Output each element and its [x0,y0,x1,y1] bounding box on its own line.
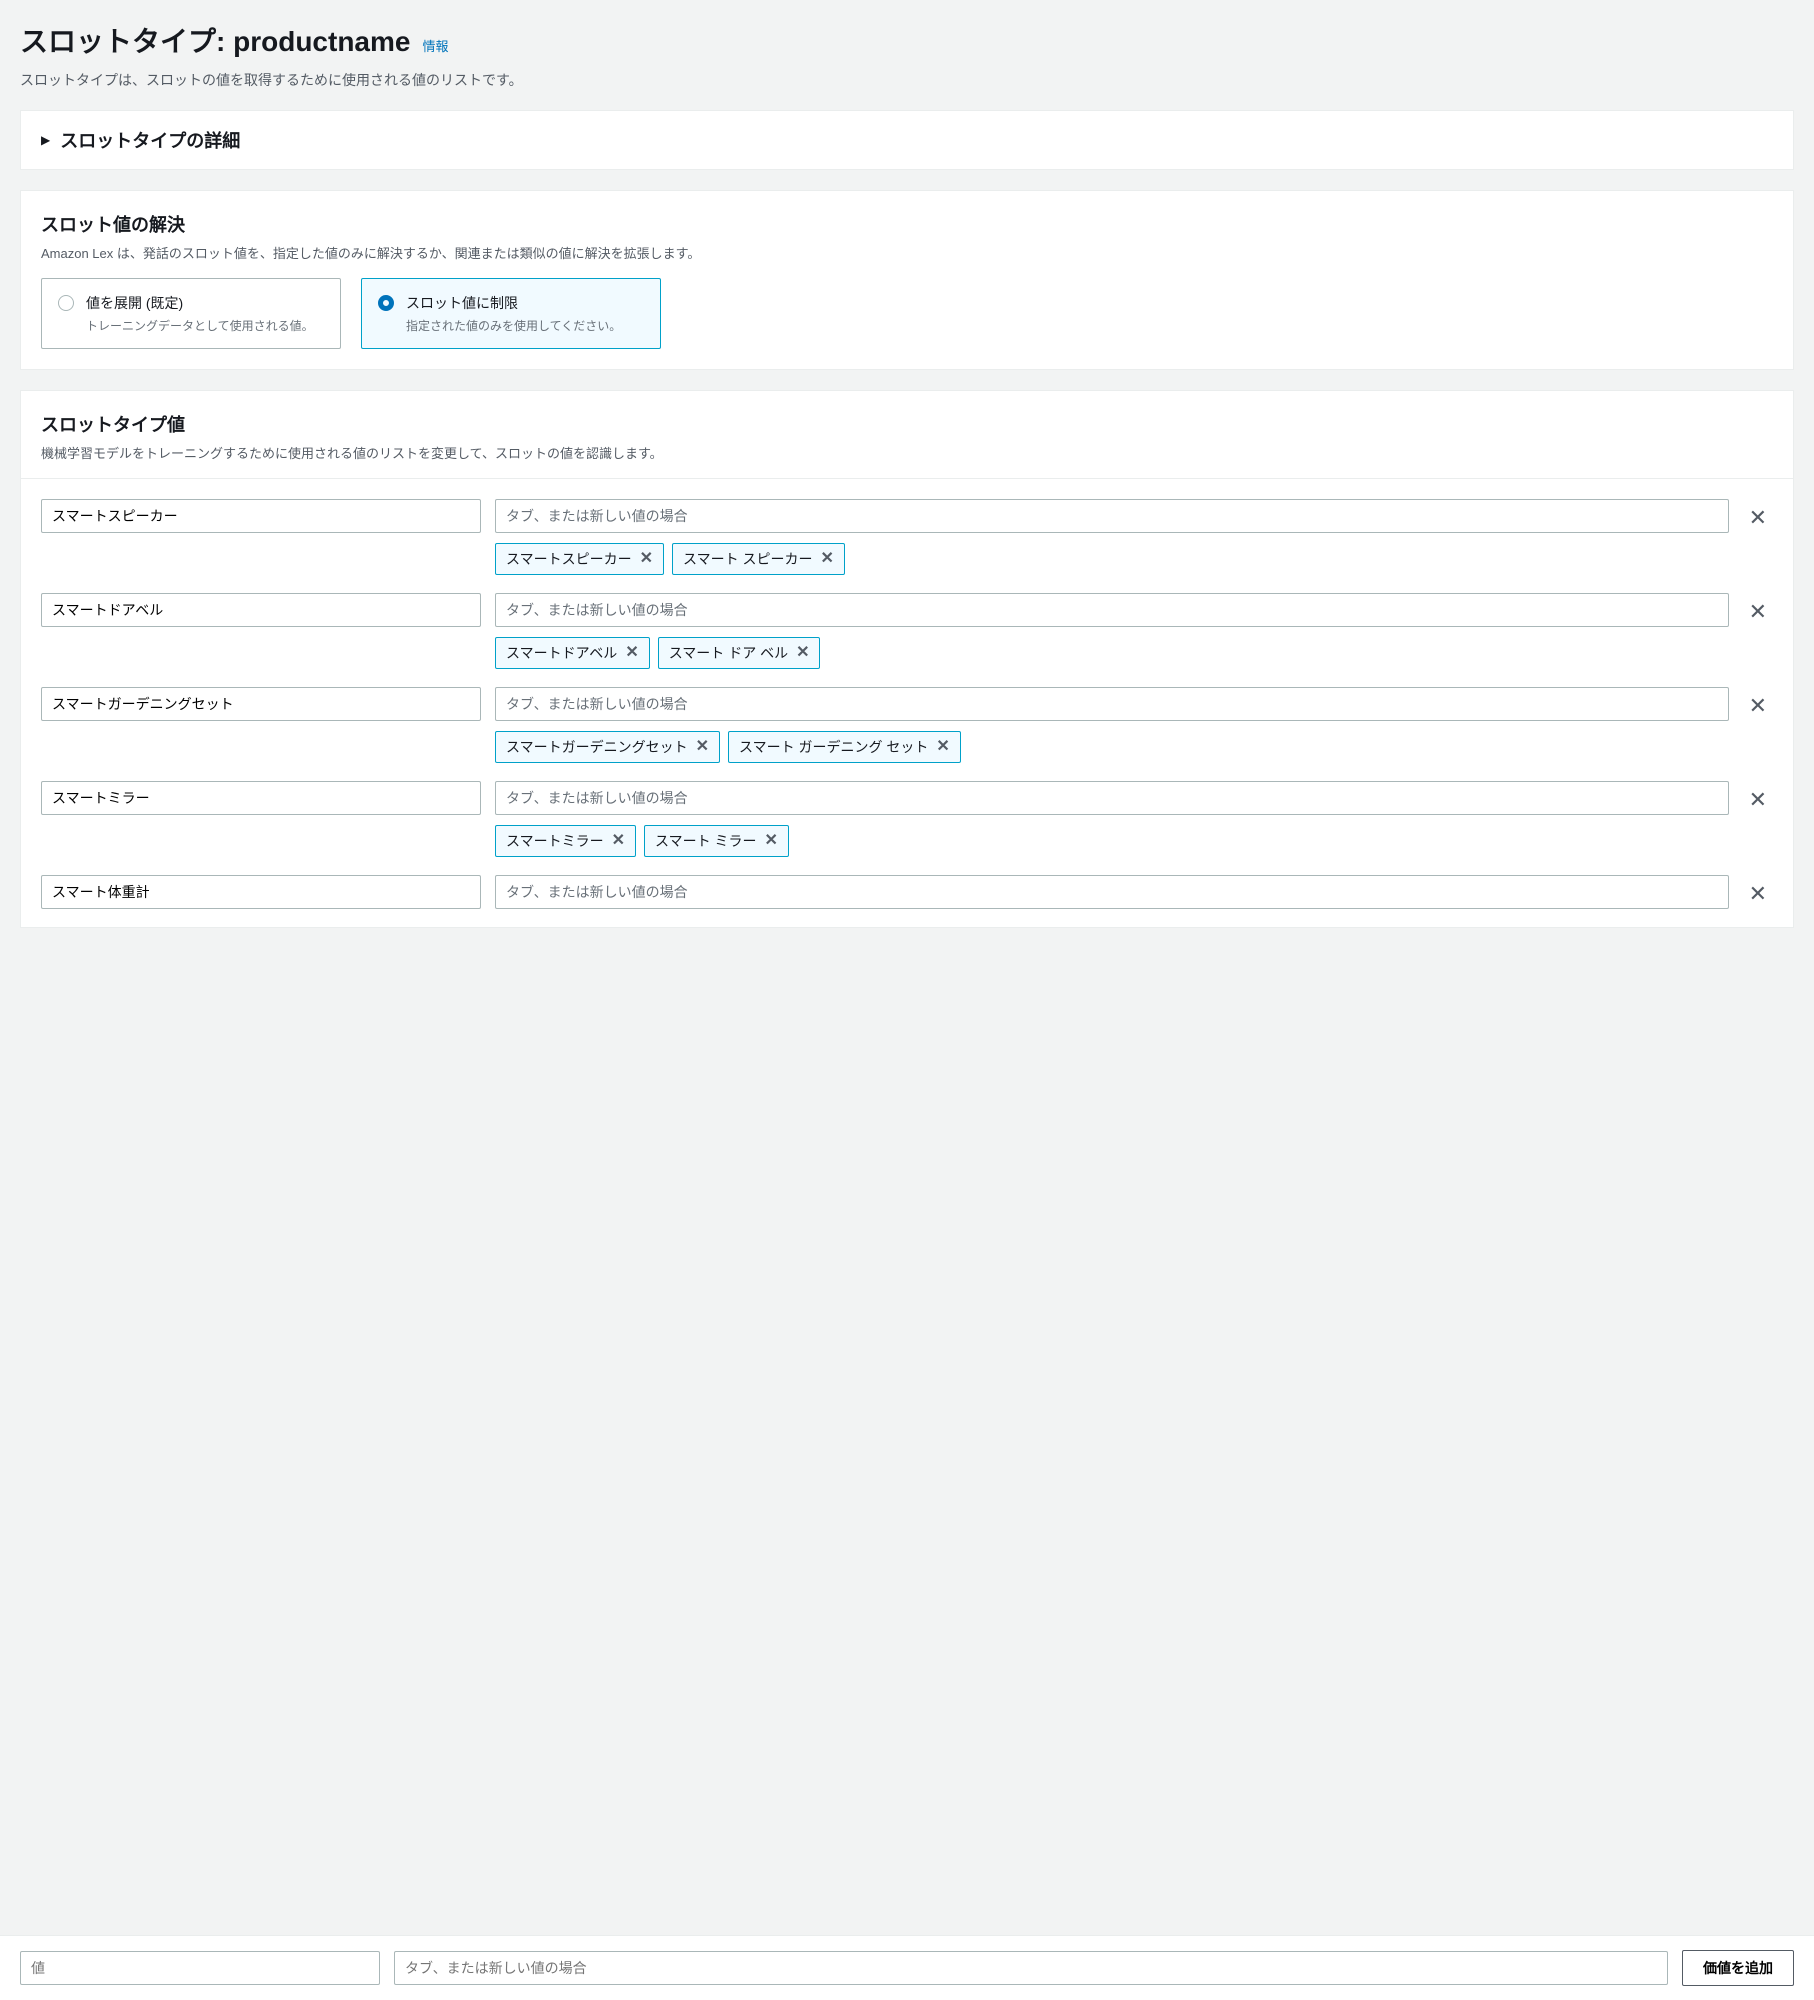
synonym-tag: スマート ドア ベル ✕ [658,637,821,669]
close-icon[interactable]: ✕ [696,739,709,755]
value-row: スマートスピーカー ✕ スマート スピーカー ✕ ✕ [41,499,1773,575]
synonym-tag-label: スマートミラー [506,831,604,851]
synonym-tag-label: スマート ガーデニング セット [739,737,928,757]
synonym-tag-label: スマートガーデニングセット [506,737,688,757]
values-panel: スロットタイプ値 機械学習モデルをトレーニングするために使用される値のリストを変… [20,390,1794,928]
synonym-tag: スマートドアベル ✕ [495,637,650,669]
delete-row-icon[interactable]: ✕ [1743,597,1773,627]
values-panel-subtitle: 機械学習モデルをトレーニングするために使用される値のリストを変更して、スロットの… [41,443,1773,462]
synonym-tag: スマートスピーカー ✕ [495,543,664,575]
close-icon[interactable]: ✕ [612,833,625,849]
synonym-tag: スマート ガーデニング セット ✕ [728,731,961,763]
radio-desc: 指定された値のみを使用してください。 [406,317,621,334]
close-icon[interactable]: ✕ [640,551,653,567]
radio-desc: トレーニングデータとして使用される値。 [86,317,314,334]
resolution-panel: スロット値の解決 Amazon Lex は、発話のスロット値を、指定した値のみに… [20,190,1794,370]
new-synonym-input[interactable] [394,1951,1668,1985]
radio-label: スロット値に制限 [406,293,621,313]
value-row: スマートミラー ✕ スマート ミラー ✕ ✕ [41,781,1773,857]
bottom-bar: 価値を追加 [0,1935,1814,2000]
page-description: スロットタイプは、スロットの値を取得するために使用される値のリストです。 [20,70,1794,90]
title-name: productname [233,26,410,57]
value-row: スマートドアベル ✕ スマート ドア ベル ✕ ✕ [41,593,1773,669]
synonym-tag-label: スマートドアベル [506,643,617,663]
close-icon[interactable]: ✕ [764,833,777,849]
resolution-panel-title: スロット値の解決 [41,211,1773,237]
value-row: スマートガーデニングセット ✕ スマート ガーデニング セット ✕ ✕ [41,687,1773,763]
new-value-input[interactable] [20,1951,380,1985]
value-input[interactable] [41,687,481,721]
radio-icon [378,295,394,311]
info-link[interactable]: 情報 [422,36,448,55]
value-input[interactable] [41,781,481,815]
synonym-tag: スマート スピーカー ✕ [672,543,845,575]
title-prefix: スロットタイプ: [20,26,233,57]
value-row: ✕ [41,875,1773,909]
delete-row-icon[interactable]: ✕ [1743,691,1773,721]
synonym-tag-label: スマート ドア ベル [669,643,788,663]
synonym-tag-label: スマートスピーカー [506,549,632,569]
synonym-input[interactable] [495,687,1729,721]
synonym-tag: スマートミラー ✕ [495,825,636,857]
delete-row-icon[interactable]: ✕ [1743,879,1773,909]
value-input[interactable] [41,593,481,627]
caret-right-icon: ▶ [41,133,50,147]
radio-label: 値を展開 (既定) [86,293,314,313]
synonym-input[interactable] [495,781,1729,815]
close-icon[interactable]: ✕ [820,551,833,567]
synonym-tag: スマート ミラー ✕ [644,825,789,857]
close-icon[interactable]: ✕ [625,645,638,661]
resolution-panel-subtitle: Amazon Lex は、発話のスロット値を、指定した値のみに解決するか、関連ま… [41,243,1773,262]
resolution-option-0[interactable]: 値を展開 (既定) トレーニングデータとして使用される値。 [41,278,341,349]
radio-icon [58,295,74,311]
details-panel-title: スロットタイプの詳細 [60,127,240,153]
values-panel-title: スロットタイプ値 [41,411,1773,437]
add-value-button[interactable]: 価値を追加 [1682,1950,1794,1986]
delete-row-icon[interactable]: ✕ [1743,503,1773,533]
page-title: スロットタイプ: productname 情報 [20,20,1794,60]
synonym-tag-label: スマート ミラー [655,831,756,851]
value-input[interactable] [41,875,481,909]
details-panel-toggle[interactable]: ▶ スロットタイプの詳細 [21,111,1793,169]
resolution-option-1[interactable]: スロット値に制限指定された値のみを使用してください。 [361,278,661,349]
details-panel: ▶ スロットタイプの詳細 [20,110,1794,170]
synonym-tag-label: スマート スピーカー [683,549,812,569]
synonym-input[interactable] [495,875,1729,909]
synonym-tag: スマートガーデニングセット ✕ [495,731,720,763]
value-input[interactable] [41,499,481,533]
synonym-input[interactable] [495,499,1729,533]
close-icon[interactable]: ✕ [936,739,949,755]
delete-row-icon[interactable]: ✕ [1743,785,1773,815]
synonym-input[interactable] [495,593,1729,627]
close-icon[interactable]: ✕ [796,645,809,661]
